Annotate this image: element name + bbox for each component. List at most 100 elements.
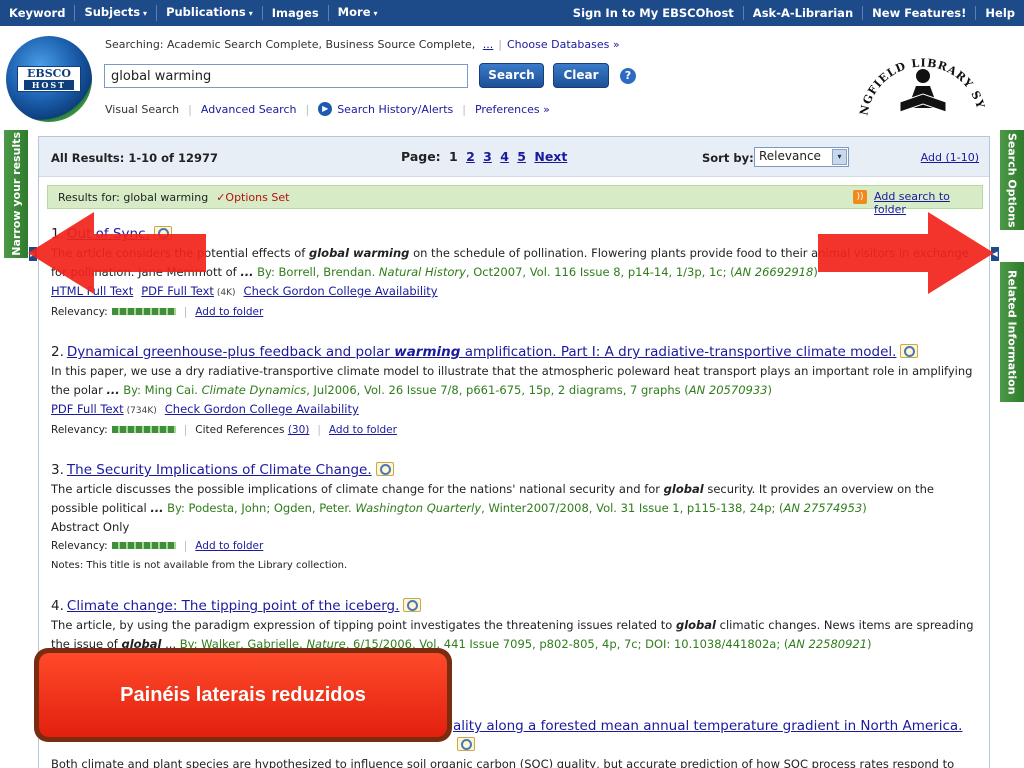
result-title: 4. Climate change: The tipping point of t… <box>51 597 981 616</box>
add-range-to-folder-link[interactable]: Add (1-10) <box>921 151 979 164</box>
open-book-icon <box>899 93 947 113</box>
top-nav-left: Keyword Subjects ▾ Publications ▾ Images M… <box>0 0 387 26</box>
separator: | <box>183 540 188 552</box>
relevancy-label: Relevancy: <box>51 306 108 318</box>
clear-button[interactable]: Clear <box>553 63 609 88</box>
search-summary-bar: Results for: global warming ✓Options Set … <box>47 185 983 216</box>
more-databases-link[interactable]: ... <box>483 38 494 51</box>
separator: | <box>188 102 192 116</box>
page-link[interactable]: 4 <box>500 149 509 164</box>
preview-magnifier-icon[interactable] <box>375 462 394 476</box>
nav-images[interactable]: Images <box>261 6 328 20</box>
right-arrow-annotation-icon <box>818 212 994 294</box>
help-link[interactable]: Help <box>975 6 1024 20</box>
top-navigation-bar: Keyword Subjects ▾ Publications ▾ Images M… <box>0 0 1024 26</box>
relevancy-row: Relevancy: | Cited References (30) | Add to … <box>51 421 981 440</box>
search-header: EBSCO HOST Searching: Academic Search Com… <box>0 26 1024 126</box>
pdf-full-text-link[interactable]: PDF Full Text <box>51 402 124 416</box>
sort-select[interactable]: Relevance ▾ <box>754 147 849 167</box>
separator: | <box>183 424 188 436</box>
next-page-link[interactable]: Next <box>534 149 567 164</box>
separator: | <box>498 38 502 51</box>
top-nav-right: Sign In to My EBSCOhost Ask-A-Librarian … <box>564 0 1024 26</box>
abstract-only-label: Abstract Only <box>51 520 130 534</box>
availability-note: Notes: This title is not available from … <box>51 560 348 571</box>
searching-databases: Searching: Academic Search Complete, Bus… <box>105 38 620 51</box>
result-number: 2. <box>51 344 64 360</box>
result-abstract: Both climate and plant species are hypot… <box>51 757 955 768</box>
nav-more[interactable]: More ▾ <box>327 5 387 21</box>
rss-icon[interactable]: )) <box>853 190 867 204</box>
callout-inner: Painéis laterais reduzidos <box>39 653 447 737</box>
relevancy-row: Relevancy: | Add to folder <box>51 303 981 322</box>
page-link[interactable]: 2 <box>466 149 475 164</box>
search-options-tab[interactable]: Search Options <box>1000 130 1024 230</box>
search-history-link[interactable]: Search History/Alerts <box>337 103 453 116</box>
result-item: 2. Dynamical greenhouse-plus feedback and… <box>51 343 981 440</box>
file-size: (734K) <box>126 406 157 416</box>
search-history-icon[interactable]: ▶ <box>318 102 333 116</box>
sort-label: Sort by: <box>702 151 754 165</box>
check-availability-link[interactable]: Check Gordon College Availability <box>165 402 359 416</box>
separator: | <box>305 102 310 116</box>
library-seal-logo: SPRINGFIELD LIBRARY SYSTEM <box>856 32 986 116</box>
visual-search-link[interactable]: Visual Search <box>105 103 179 116</box>
chevron-down-icon: ▾ <box>143 9 148 18</box>
add-to-folder-link[interactable]: Add to folder <box>195 306 263 318</box>
fulltext-links: PDF Full Text (734K) Check Gordon College … <box>51 400 981 421</box>
result-count: All Results: 1-10 of 12977 <box>51 151 219 165</box>
result-item: 4. Climate change: The tipping point of t… <box>51 597 981 654</box>
left-arrow-shape <box>28 212 206 294</box>
relevancy-label: Relevancy: <box>51 424 108 436</box>
search-button[interactable]: Search <box>479 63 544 88</box>
relevancy-row: Relevancy: | Add to folder <box>51 537 981 556</box>
result-title-link[interactable]: Climate change: The tipping point of the… <box>67 598 400 614</box>
result-title-link[interactable]: The Security Implications of Climate Cha… <box>67 462 372 478</box>
result-title-link[interactable]: Dynamical greenhouse-plus feedback and p… <box>67 344 897 360</box>
logo-label: EBSCO HOST <box>17 66 81 92</box>
result-item: 3. The Security Implications of Climate C… <box>51 461 981 575</box>
right-arrow-shape <box>818 212 994 294</box>
add-to-folder-link[interactable]: Add to folder <box>195 540 263 552</box>
preferences-link[interactable]: Preferences » <box>475 103 550 116</box>
nav-publications[interactable]: Publications ▾ <box>156 5 262 21</box>
result-title-link[interactable]: ality along a forested mean annual tempe… <box>453 718 962 734</box>
chevron-down-icon: ▾ <box>832 149 847 165</box>
nav-keyword[interactable]: Keyword <box>0 6 74 20</box>
nav-subjects-label: Subjects <box>84 5 141 19</box>
preview-magnifier-icon[interactable] <box>900 344 919 358</box>
reader-head-icon <box>916 69 930 83</box>
page-link[interactable]: 3 <box>483 149 492 164</box>
check-availability-link[interactable]: Check Gordon College Availability <box>244 284 438 298</box>
nav-keyword-label: Keyword <box>9 6 66 20</box>
add-to-folder-link[interactable]: Add to folder <box>329 424 397 436</box>
preview-magnifier-icon[interactable] <box>457 737 475 751</box>
narrow-results-tab[interactable]: Narrow your results <box>4 130 28 258</box>
ebsco-host-logo[interactable]: EBSCO HOST <box>6 36 92 122</box>
new-features-link[interactable]: New Features! <box>862 6 975 20</box>
advanced-search-link[interactable]: Advanced Search <box>201 103 297 116</box>
nav-subjects[interactable]: Subjects ▾ <box>74 5 156 21</box>
pagination: Page: 1 2 3 4 5 Next <box>401 149 567 164</box>
separator: | <box>183 306 188 318</box>
related-information-tab[interactable]: Related Information <box>1000 262 1024 402</box>
sign-in-link[interactable]: Sign In to My EBSCOhost <box>564 6 743 20</box>
nav-more-label: More <box>337 5 371 19</box>
results-toolbar: All Results: 1-10 of 12977 Page: 1 2 3 4… <box>39 137 989 177</box>
preview-magnifier-icon[interactable] <box>403 598 422 612</box>
logo-line2: HOST <box>24 80 74 90</box>
search-input[interactable] <box>104 64 468 88</box>
page-link[interactable]: 5 <box>517 149 526 164</box>
searching-text: Searching: Academic Search Complete, Bus… <box>105 38 476 51</box>
result-abstract: In this paper, we use a dry radiative-tr… <box>51 364 973 397</box>
result-title: 2. Dynamical greenhouse-plus feedback and… <box>51 343 981 362</box>
page-label: Page: <box>401 149 441 164</box>
cited-references-label: Cited References <box>195 424 285 436</box>
ask-a-librarian-link[interactable]: Ask-A-Librarian <box>742 6 862 20</box>
result-abstract: The article discusses the possible impli… <box>51 482 934 515</box>
help-icon[interactable]: ? <box>620 68 636 84</box>
choose-databases-link[interactable]: Choose Databases » <box>507 38 620 51</box>
options-set-link[interactable]: ✓Options Set <box>216 191 289 204</box>
cited-references-link[interactable]: (30) <box>288 424 310 436</box>
separator: | <box>462 102 466 116</box>
